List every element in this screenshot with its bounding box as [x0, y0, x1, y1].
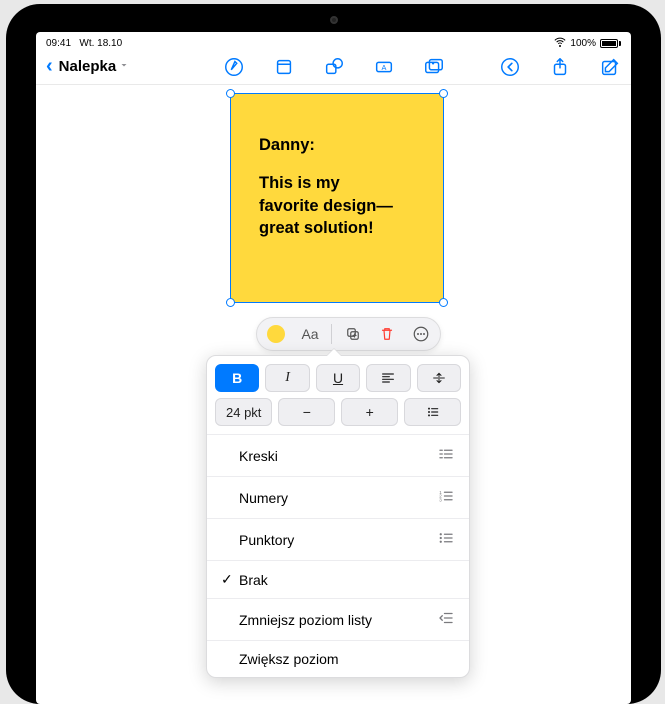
list-style-dashes-label: Kreski	[239, 448, 437, 464]
battery-pct: 100%	[570, 38, 596, 49]
sticky-line2: This is my	[259, 172, 419, 194]
italic-label: I	[285, 370, 290, 386]
status-bar: 09:41 Wt. 18.10 100%	[36, 32, 631, 53]
checkmark-icon: ✓	[221, 571, 239, 588]
list-style-none-label: Brak	[239, 572, 455, 588]
title-chevron-icon	[118, 58, 130, 76]
italic-button[interactable]: I	[265, 364, 309, 392]
nav-bar: ‹ Nalepka A	[36, 53, 631, 85]
toolbar-separator	[331, 324, 332, 344]
image-tool-icon[interactable]	[423, 56, 445, 78]
resize-handle-bl[interactable]	[226, 298, 235, 307]
duplicate-button[interactable]	[340, 321, 366, 347]
sticky-line1: Danny:	[259, 134, 419, 156]
resize-handle-br[interactable]	[439, 298, 448, 307]
bullets-icon	[437, 529, 455, 550]
list-style-bullets[interactable]: Punktory	[207, 519, 469, 561]
font-size-field[interactable]: 24 pkt	[215, 398, 272, 426]
decrease-indent[interactable]: Zmniejsz poziom listy	[207, 599, 469, 641]
underline-label: U	[333, 370, 343, 386]
shape-tool-icon[interactable]	[323, 56, 345, 78]
canvas[interactable]: Danny: This is my favorite design— great…	[36, 85, 631, 685]
list-style-none[interactable]: ✓ Brak	[207, 561, 469, 599]
color-swatch-button[interactable]	[263, 321, 289, 347]
svg-text:3: 3	[439, 497, 442, 502]
list-options-button[interactable]	[404, 398, 461, 426]
valign-button[interactable]	[417, 364, 461, 392]
undo-button[interactable]	[499, 56, 521, 78]
resize-handle-tr[interactable]	[439, 89, 448, 98]
text-format-popover: B I U 24 pkt − +	[206, 355, 470, 678]
underline-button[interactable]: U	[316, 364, 360, 392]
sticky-text: Danny: This is my favorite design— great…	[231, 94, 443, 239]
list-style-bullets-label: Punktory	[239, 532, 437, 548]
increase-size-button[interactable]: +	[341, 398, 398, 426]
page-title[interactable]: Nalepka	[59, 58, 117, 75]
delete-button[interactable]	[374, 321, 400, 347]
status-time: 09:41	[46, 38, 71, 49]
text-style-button[interactable]: Aa	[297, 321, 323, 347]
note-tool-icon[interactable]	[273, 56, 295, 78]
sticky-line4: great solution!	[259, 217, 419, 239]
bold-button[interactable]: B	[215, 364, 259, 392]
sticky-note[interactable]: Danny: This is my favorite design— great…	[230, 93, 444, 303]
status-date: Wt. 18.10	[79, 38, 122, 49]
svg-text:A: A	[381, 62, 386, 71]
share-button[interactable]	[549, 56, 571, 78]
sticky-line3: favorite design—	[259, 195, 419, 217]
resize-handle-tl[interactable]	[226, 89, 235, 98]
increase-indent-label: Zwiększ poziom	[239, 651, 455, 667]
compose-button[interactable]	[599, 56, 621, 78]
popover-arrow	[327, 349, 341, 356]
back-button[interactable]: ‹	[46, 55, 53, 78]
list-style-numbers-label: Numery	[239, 490, 437, 506]
dashes-icon	[437, 445, 455, 466]
device-camera	[330, 16, 338, 24]
chevron-left-icon: ‹	[46, 55, 53, 78]
battery-icon	[600, 39, 621, 48]
decrease-size-button[interactable]: −	[278, 398, 335, 426]
align-button[interactable]	[366, 364, 410, 392]
increase-indent[interactable]: Zwiększ poziom	[207, 641, 469, 677]
outdent-icon	[437, 609, 455, 630]
decrease-indent-label: Zmniejsz poziom listy	[239, 612, 437, 628]
list-style-dashes[interactable]: Kreski	[207, 435, 469, 477]
selection-toolbar: Aa	[256, 317, 441, 351]
list-style-numbers[interactable]: Numery 123	[207, 477, 469, 519]
numbers-icon: 123	[437, 487, 455, 508]
wifi-icon	[554, 36, 566, 51]
textbox-tool-icon[interactable]: A	[373, 56, 395, 78]
pen-tool-icon[interactable]	[223, 56, 245, 78]
more-button[interactable]	[408, 321, 434, 347]
